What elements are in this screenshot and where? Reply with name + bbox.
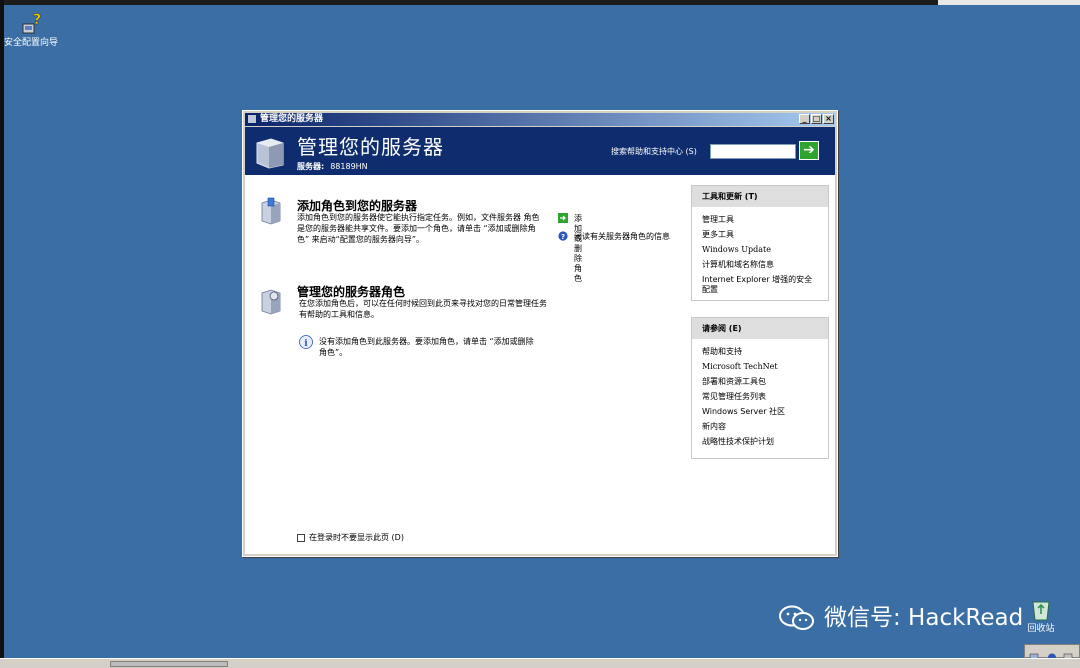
search-label: 搜索帮助和支持中心 (S) xyxy=(611,147,697,156)
panel-link-technet[interactable]: Microsoft TechNet xyxy=(692,362,828,372)
arrow-right-icon: ➔ xyxy=(803,142,815,158)
left-edge-strip xyxy=(0,0,4,667)
banner-title: 管理您的服务器 xyxy=(297,135,444,159)
info-text: 没有添加角色到此服务器。要添加角色，请单击 “添加或删除角色”。 xyxy=(319,337,534,357)
help-icon: ? xyxy=(558,231,568,241)
top-edge-strip xyxy=(0,0,1080,5)
panel-link-community[interactable]: Windows Server 社区 xyxy=(692,407,828,417)
svg-text:?: ? xyxy=(561,233,565,241)
server-label: 服务器: xyxy=(297,162,325,171)
help-tray-icon[interactable] xyxy=(1047,647,1057,662)
link-label: 添加或删除角色 xyxy=(574,214,582,283)
window-titlebar[interactable]: 管理您的服务器 _ □ × xyxy=(245,113,835,126)
server-app-icon xyxy=(247,114,257,124)
panel-link-whats-new[interactable]: 新内容 xyxy=(692,422,828,432)
panel-tools-updates: 工具和更新 (T) 管理工具 更多工具 Windows Update 计算机和域… xyxy=(691,185,829,301)
search-input[interactable] xyxy=(710,144,796,159)
minimize-button[interactable]: _ xyxy=(799,114,810,124)
link-label: 阅读有关服务器角色的信息 xyxy=(574,232,670,241)
server-icon xyxy=(256,138,284,169)
server-info: 服务器: 88189HN xyxy=(297,161,368,172)
panel-link-stpp[interactable]: 战略性技术保护计划 xyxy=(692,437,828,447)
manage-role-icon xyxy=(261,289,281,315)
network-tray-icon[interactable] xyxy=(1029,647,1039,661)
watermark-text: 微信号: HackRead xyxy=(824,605,1024,631)
section-description: 添加角色到您的服务器使它能执行指定任务。例如，文件服务器 角色是您的服务器能共享… xyxy=(297,213,540,244)
content-area: 添加角色到您的服务器 添加角色到您的服务器使它能执行指定任务。例如，文件服务器 … xyxy=(245,175,835,554)
dont-show-label: 在登录时不要显示此页 (D) xyxy=(309,533,404,542)
system-tray xyxy=(1024,644,1080,662)
info-icon: i xyxy=(299,335,313,349)
recycle-bin-icon xyxy=(1032,601,1050,621)
panel-see-also: 请参阅 (E) 帮助和支持 Microsoft TechNet 部署和资源工具包… xyxy=(691,317,829,459)
section-description: 在您添加角色后，可以在任何时候回到此页来寻找对您的日常管理任务有帮助的工具和信息… xyxy=(299,299,547,319)
panel-link-resource-kit[interactable]: 部署和资源工具包 xyxy=(692,377,828,387)
close-button[interactable]: × xyxy=(823,114,834,124)
maximize-button[interactable]: □ xyxy=(811,114,822,124)
svg-text:?: ? xyxy=(33,12,41,28)
panel-header: 工具和更新 (T) xyxy=(692,186,828,207)
security-wizard-icon: ? xyxy=(22,12,41,34)
panel-link-computer-domain[interactable]: 计算机和域名称信息 xyxy=(692,260,828,270)
dont-show-checkbox[interactable] xyxy=(297,534,305,542)
panel-link-help-support[interactable]: 帮助和支持 xyxy=(692,347,828,357)
desktop-icon-label: 安全配置向导 xyxy=(3,38,58,48)
green-arrow-icon xyxy=(558,213,568,223)
window-title: 管理您的服务器 xyxy=(260,114,324,124)
banner: 管理您的服务器 服务器: 88189HN 搜索帮助和支持中心 (S) ➔ xyxy=(245,127,835,175)
taskbar-task-button[interactable] xyxy=(110,661,228,667)
desktop-icon-security-wizard[interactable]: ? 安全配置向导 xyxy=(0,12,62,48)
panel-link-admin-tools[interactable]: 管理工具 xyxy=(692,215,828,225)
desktop-icon-label: 回收站 xyxy=(1027,624,1055,634)
panel-link-more-tools[interactable]: 更多工具 xyxy=(692,230,828,240)
svg-text:i: i xyxy=(304,339,308,349)
panel-header: 请参阅 (E) xyxy=(692,318,828,339)
panel-link-ie-esc[interactable]: Internet Explorer 增强的安全配置 xyxy=(692,275,828,295)
search-go-button[interactable]: ➔ xyxy=(799,141,819,160)
panel-link-common-tasks[interactable]: 常见管理任务列表 xyxy=(692,392,828,402)
wechat-icon xyxy=(779,605,814,630)
top-edge-strip-right xyxy=(938,0,1080,5)
panel-link-windows-update[interactable]: Windows Update xyxy=(692,245,828,255)
server-name: 88189HN xyxy=(330,162,368,171)
add-role-icon xyxy=(261,197,281,225)
manage-server-window[interactable]: 管理您的服务器 _ □ × 管理您的服务器 服务器: 88189HN 搜索帮助和支… xyxy=(242,110,838,557)
security-tray-icon[interactable] xyxy=(1063,647,1073,662)
